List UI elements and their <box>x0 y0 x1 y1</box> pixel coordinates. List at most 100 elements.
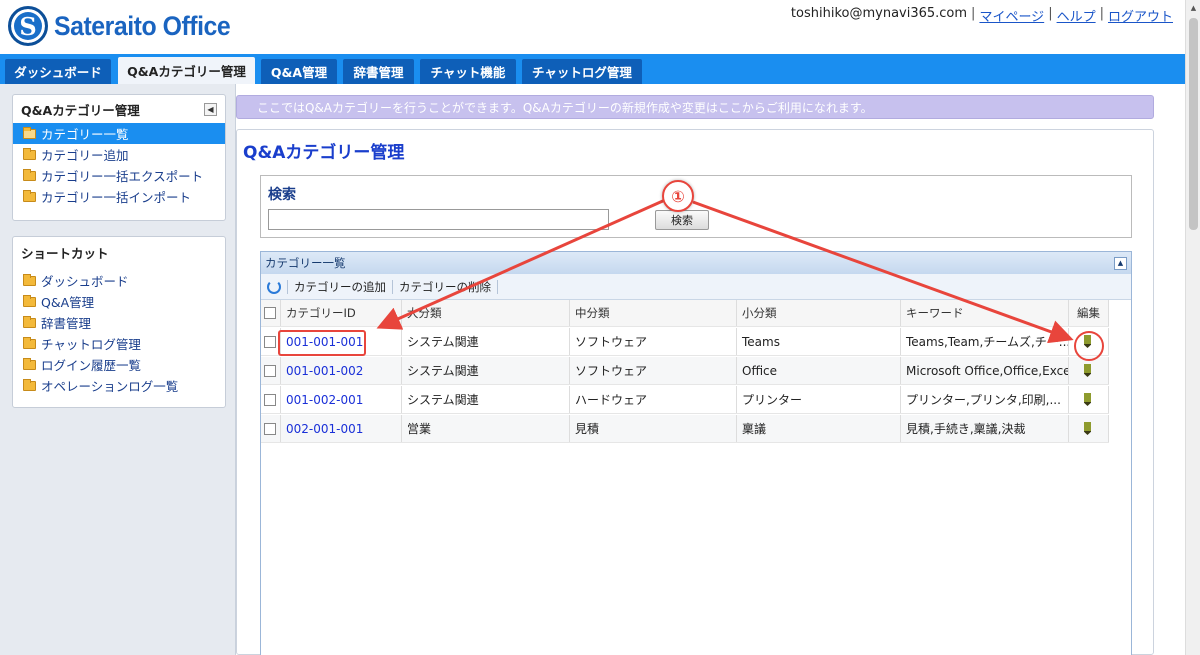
info-message: ここではQ&Aカテゴリーを行うことができます。Q&Aカテゴリーの新規作成や変更は… <box>236 95 1154 119</box>
cell-keyword: Microsoft Office,Office,Excel,... <box>901 357 1069 384</box>
grid-header-row: カテゴリーID 大分類 中分類 小分類 キーワード 編集 <box>261 300 1109 327</box>
grid-toolbar: カテゴリーの追加 カテゴリーの削除 <box>261 274 1131 300</box>
scroll-thumb[interactable] <box>1189 18 1198 230</box>
grid-title: カテゴリー一覧 <box>265 256 346 270</box>
delete-category-button[interactable]: カテゴリーの削除 <box>399 279 491 295</box>
cell-minor: Office <box>737 357 901 384</box>
search-button[interactable]: 検索 <box>655 210 709 230</box>
user-email: toshihiko@mynavi365.com <box>790 6 968 21</box>
user-bar: toshihiko@mynavi365.com | マイページ | ヘルプ | … <box>790 6 1173 25</box>
folder-icon <box>23 336 36 349</box>
table-row: 002-001-001 営業 見積 稟議 見積,手続き,稟議,決裁 <box>261 415 1109 443</box>
shortcut-chat-log[interactable]: チャットログ管理 <box>13 333 225 354</box>
grid-body: カテゴリーID 大分類 中分類 小分類 キーワード 編集 001-001-001… <box>261 300 1131 655</box>
search-panel: 検索 検索 <box>260 175 1132 238</box>
sidebar-panel-shortcut: ショートカット ダッシュボード Q&A管理 辞書管理 チャットログ管理 ログイン… <box>12 236 226 408</box>
tab-qa-category[interactable]: Q&Aカテゴリー管理 <box>118 57 255 84</box>
folder-open-icon <box>23 126 36 139</box>
search-input[interactable] <box>268 209 609 230</box>
folder-icon <box>23 357 36 370</box>
shortcut-operation-log[interactable]: オペレーションログ一覧 <box>13 375 225 396</box>
folder-icon <box>23 378 36 391</box>
table-row: 001-001-001 システム関連 ソフトウェア Teams Teams,Te… <box>261 328 1109 356</box>
edit-pencil-icon[interactable] <box>1084 364 1091 377</box>
cell-major: システム関連 <box>402 328 570 355</box>
cell-keyword: 見積,手続き,稟議,決裁 <box>901 415 1069 442</box>
shortcut-dashboard[interactable]: ダッシュボード <box>13 270 225 291</box>
folder-icon <box>23 189 36 202</box>
sidebar-item-category-list[interactable]: カテゴリー一覧 <box>13 123 225 144</box>
row-checkbox[interactable] <box>264 364 276 377</box>
logout-link[interactable]: ログアウト <box>1108 6 1173 25</box>
cell-keyword: Teams,Team,チームズ,チー... <box>901 328 1069 355</box>
cell-keyword: プリンター,プリンタ,印刷,... <box>901 386 1069 413</box>
cell-middle: ソフトウェア <box>570 328 737 355</box>
folder-icon <box>23 315 36 328</box>
cell-major: システム関連 <box>402 357 570 384</box>
shortcut-qa[interactable]: Q&A管理 <box>13 291 225 312</box>
folder-icon <box>23 168 36 181</box>
category-id-link[interactable]: 001-002-001 <box>286 393 363 407</box>
help-link[interactable]: ヘルプ <box>1057 6 1096 25</box>
col-middle[interactable]: 中分類 <box>570 300 737 326</box>
folder-icon <box>23 147 36 160</box>
cell-major: システム関連 <box>402 386 570 413</box>
col-major[interactable]: 大分類 <box>402 300 570 326</box>
sidebar: Q&Aカテゴリー管理 ◀ カテゴリー一覧 カテゴリー追加 カテゴリー一括エクスポ… <box>0 84 236 655</box>
collapse-up-icon[interactable]: ▲ <box>1114 256 1127 270</box>
table-row: 001-002-001 システム関連 ハードウェア プリンター プリンター,プリ… <box>261 386 1109 414</box>
annotation-highlight-edit <box>1074 331 1104 361</box>
mypage-link[interactable]: マイページ <box>979 6 1044 25</box>
page-scrollbar[interactable]: ▲ <box>1185 0 1200 655</box>
tab-chat-log[interactable]: チャットログ管理 <box>522 59 642 84</box>
col-keyword[interactable]: キーワード <box>901 300 1069 326</box>
sidebar-item-category-add[interactable]: カテゴリー追加 <box>13 144 225 165</box>
sidebar-panel-category: Q&Aカテゴリー管理 ◀ カテゴリー一覧 カテゴリー追加 カテゴリー一括エクスポ… <box>12 94 226 221</box>
row-checkbox[interactable] <box>264 393 276 406</box>
cell-middle: 見積 <box>570 415 737 442</box>
search-title: 検索 <box>268 187 296 203</box>
cell-major: 営業 <box>402 415 570 442</box>
folder-icon <box>23 273 36 286</box>
scroll-up-icon[interactable]: ▲ <box>1186 0 1200 15</box>
col-minor[interactable]: 小分類 <box>737 300 901 326</box>
page-title: Q&Aカテゴリー管理 <box>243 143 405 163</box>
category-grid: カテゴリー一覧 ▲ カテゴリーの追加 カテゴリーの削除 カテゴリーID 大分類 … <box>260 251 1132 655</box>
category-id-link[interactable]: 002-001-001 <box>286 422 363 436</box>
col-edit[interactable]: 編集 <box>1069 300 1109 326</box>
tab-dashboard[interactable]: ダッシュボード <box>5 59 111 84</box>
main-nav: ダッシュボード Q&Aカテゴリー管理 Q&A管理 辞書管理 チャット機能 チャッ… <box>0 54 1185 84</box>
logo[interactable]: S Sateraito Office <box>8 6 246 46</box>
add-category-button[interactable]: カテゴリーの追加 <box>294 279 386 295</box>
edit-pencil-icon[interactable] <box>1084 393 1091 406</box>
cell-middle: ハードウェア <box>570 386 737 413</box>
cell-minor: 稟議 <box>737 415 901 442</box>
table-row: 001-001-002 システム関連 ソフトウェア Office Microso… <box>261 357 1109 385</box>
sidebar-title-shortcut: ショートカット <box>21 245 109 261</box>
select-all-checkbox[interactable] <box>264 307 276 319</box>
header: S Sateraito Office toshihiko@mynavi365.c… <box>0 0 1185 54</box>
collapse-left-icon[interactable]: ◀ <box>204 102 217 116</box>
tab-dictionary[interactable]: 辞書管理 <box>343 59 414 84</box>
annotation-step-badge: ① <box>662 180 694 212</box>
sidebar-item-category-export[interactable]: カテゴリー一括エクスポート <box>13 165 225 186</box>
refresh-icon[interactable] <box>267 279 281 294</box>
annotation-highlight-id <box>278 330 366 356</box>
col-category-id[interactable]: カテゴリーID <box>281 300 402 326</box>
row-checkbox[interactable] <box>264 422 276 435</box>
sidebar-item-category-import[interactable]: カテゴリー一括インポート <box>13 186 225 207</box>
shortcut-login-history[interactable]: ログイン履歴一覧 <box>13 354 225 375</box>
folder-icon <box>23 294 36 307</box>
cell-middle: ソフトウェア <box>570 357 737 384</box>
shortcut-dictionary[interactable]: 辞書管理 <box>13 312 225 333</box>
edit-pencil-icon[interactable] <box>1084 422 1091 435</box>
tab-chat[interactable]: チャット機能 <box>420 59 516 84</box>
main-content: Q&Aカテゴリー管理 検索 検索 カテゴリー一覧 ▲ カテゴリーの追加 カテゴリ… <box>236 129 1154 655</box>
category-id-link[interactable]: 001-001-002 <box>286 364 363 378</box>
cell-minor: プリンター <box>737 386 901 413</box>
logo-mark-icon: S <box>8 6 48 46</box>
logo-text: Sateraito Office <box>54 10 231 41</box>
cell-minor: Teams <box>737 328 901 355</box>
row-checkbox[interactable] <box>264 335 276 348</box>
tab-qa[interactable]: Q&A管理 <box>261 59 337 84</box>
